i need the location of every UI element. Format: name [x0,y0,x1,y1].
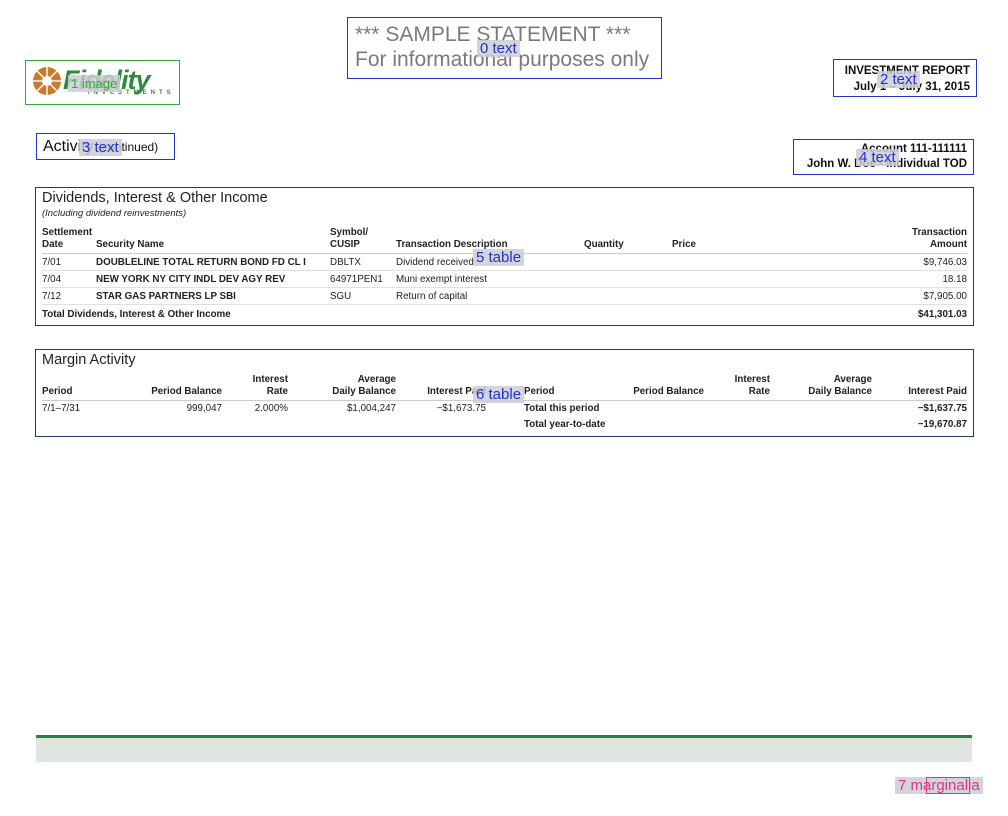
col-header-period-balance: Period Balance [102,374,222,401]
dividends-title: Dividends, Interest & Other Income [42,190,268,206]
annotation-tag-0: 0 text [477,40,520,57]
col-header-interest-rate: Interest Rate [222,374,288,401]
annotation-tag-5: 5 table [473,249,525,266]
col-header-interest-paid-right: Interest Paid [872,374,967,401]
col-header-period: Period [42,374,102,401]
cell-security: STAR GAS PARTNERS LP SBI [96,287,330,305]
cell-price [672,287,762,305]
cell-symbol: 64971PEN1 [330,270,396,288]
cell-quantity [584,253,672,271]
cell-quantity [584,270,672,288]
col-header-period-balance-right: Period Balance [604,374,704,401]
cell-price [672,253,762,271]
cell-quantity [584,287,672,305]
cell-symbol: DBLTX [330,253,396,271]
col-header-period-right: Period [524,374,604,401]
annotation-tag-6: 6 table [473,386,525,403]
cell-amount: $7,905.00 [762,287,967,305]
summary-label: Total year-to-date [524,419,606,430]
col-header-symbol: Symbol/CUSIP [330,226,396,254]
cell-symbol: SGU [330,287,396,305]
margin-title: Margin Activity [42,352,136,368]
cell-description: Muni exempt interest [396,270,584,288]
cell-amount: 18.18 [762,270,967,288]
summary-label: Total this period [524,403,600,415]
col-header-average-balance-right: Average Daily Balance [770,374,872,401]
annotation-tag-2: 2 text [877,71,920,88]
summary-value: −19,670.87 [917,419,967,430]
sunburst-icon [33,67,61,95]
cell-date: 7/01 [42,253,96,271]
col-header-price: Price [672,226,762,254]
dividends-table: Settlement Date Security Name Symbol/CUSI… [42,226,967,325]
dividends-subtitle: (Including dividend reinvestments) [42,208,187,219]
cell-price [672,270,762,288]
table-row: 7/04 NEW YORK NY CITY INDL DEV AGY REV 6… [42,270,967,288]
table-row: 7/12 STAR GAS PARTNERS LP SBI SGU Return… [42,287,967,305]
cell-date: 7/04 [42,270,96,288]
cell-date: 7/12 [42,287,96,305]
marginalia-box [926,777,970,794]
col-header-amount: Transaction Amount [762,226,967,254]
cell-average-balance: $1,004,247 [346,403,396,415]
cell-amount: $9,746.03 [762,253,967,271]
annotation-tag-4: 4 text [856,149,899,166]
cell-period: 7/1–7/31 [42,403,81,415]
col-header-security: Security Name [96,226,330,254]
table-row: Total year-to-date −19,670.87 [42,417,967,433]
total-value: $41,301.03 [762,304,967,325]
total-row: Total Dividends, Interest & Other Income… [42,304,967,325]
col-header-average-balance: Average Daily Balance [288,374,396,401]
cell-security: NEW YORK NY CITY INDL DEV AGY REV [96,270,330,288]
cell-interest-rate: 2.000% [254,403,288,415]
col-header-date: Settlement Date [42,226,96,254]
cell-security: DOUBLELINE TOTAL RETURN BOND FD CL I [96,253,330,271]
total-label: Total Dividends, Interest & Other Income [42,304,762,325]
col-header-quantity: Quantity [584,226,672,254]
cell-description: Return of capital [396,287,584,305]
col-header-interest-rate-right: Interest Rate [704,374,770,401]
footer-band [36,738,972,762]
cell-period-balance: 999,047 [186,403,222,415]
summary-value: −$1,637.75 [917,403,967,415]
margin-table: Period Period Balance Interest Rate Avera… [42,374,967,433]
annotation-tag-3: 3 text [79,139,122,156]
annotation-tag-1: 1 image [68,75,121,92]
